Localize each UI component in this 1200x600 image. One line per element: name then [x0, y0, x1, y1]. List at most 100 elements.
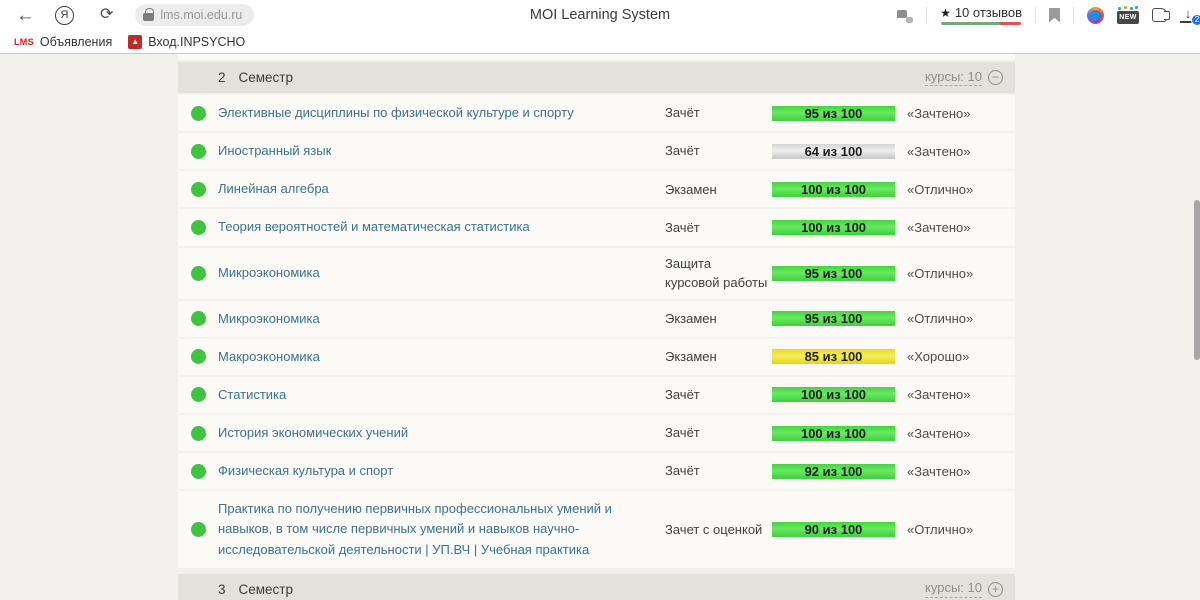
assessment-type: Зачёт — [665, 143, 700, 159]
score-badge: 85 из 100 — [772, 349, 895, 365]
bookmark-login-inpsycho[interactable]: ▲ Вход.INPSYCHO — [124, 34, 249, 49]
score-badge: 100 из 100 — [772, 219, 895, 235]
bookmark-announcements[interactable]: LMS Объявления — [10, 35, 116, 49]
yandex-browser-icon[interactable]: Я — [55, 5, 74, 25]
semester-label: Семестр — [238, 581, 294, 597]
feedback-bubbles-icon[interactable] — [897, 9, 914, 23]
course-link[interactable]: Физическая культура и спорт — [218, 461, 393, 481]
assessment-type: Зачёт — [665, 219, 700, 235]
lms-favicon: LMS — [14, 36, 34, 47]
grade-text: «Отлично» — [907, 265, 974, 281]
scrolled-row-remnant — [178, 54, 1015, 60]
downloads-button[interactable]: ↓ 2 — [1180, 6, 1200, 26]
divider — [1073, 7, 1074, 23]
course-link[interactable]: Микроэкономика — [218, 309, 320, 329]
divider — [1035, 7, 1036, 23]
score-badge: 92 из 100 — [772, 463, 895, 479]
status-dot-icon — [190, 311, 206, 327]
grade-text: «Отлично» — [907, 521, 974, 537]
reviews-count-label: 10 отзывов — [954, 5, 1022, 20]
courses-count-link[interactable]: курсы: 10 — [925, 69, 982, 87]
score-badge: 64 из 100 — [772, 143, 895, 159]
status-dot-icon — [190, 463, 206, 479]
bookmark-icon[interactable] — [1049, 7, 1060, 23]
course-link[interactable]: Микроэкономика — [218, 263, 320, 283]
bookmarks-bar: LMS Объявления ▲ Вход.INPSYCHO — [0, 30, 1200, 54]
score-badge: 95 из 100 — [772, 105, 895, 121]
star-icon: ★ — [940, 5, 951, 20]
grade-text: «Зачтено» — [907, 425, 971, 441]
new-extension-icon[interactable]: NEW — [1117, 6, 1139, 24]
status-dot-icon — [190, 387, 206, 403]
semester-label: Семестр — [238, 70, 294, 85]
course-row: Иностранный язык Зачёт 64 из 100 «Зачтен… — [178, 131, 1015, 170]
course-link[interactable]: Практика по получению первичных професси… — [218, 499, 647, 559]
toolbar-right-cluster: ★ 10 отзывов NEW ↓ 2 — [897, 0, 1200, 30]
status-dot-icon — [190, 265, 206, 281]
course-row: Линейная алгебра Экзамен 100 из 100 «Отл… — [178, 169, 1015, 208]
inpsycho-favicon: ▲ — [128, 34, 143, 49]
expand-semester-icon[interactable]: + — [988, 581, 1003, 597]
course-row: История экономических учений Зачёт 100 и… — [178, 412, 1015, 452]
url-text: lms.moi.edu.ru — [160, 8, 243, 22]
bookmark-label: Объявления — [39, 34, 113, 49]
status-dot-icon — [190, 349, 206, 365]
status-dot-icon — [190, 105, 206, 121]
refresh-button[interactable]: ⟳ — [94, 7, 119, 23]
semester-number: 2 — [218, 70, 226, 85]
score-badge: 100 из 100 — [772, 387, 895, 403]
active-tab-title[interactable]: MOI Learning System — [530, 7, 670, 23]
browser-toolbar: ← Я ⟳ lms.moi.edu.ru MOI Learning System… — [0, 0, 1200, 30]
address-bar[interactable]: lms.moi.edu.ru — [135, 4, 255, 26]
course-row: Микроэкономика Экзамен 95 из 100 «Отличн… — [178, 298, 1015, 337]
score-badge: 95 из 100 — [772, 311, 895, 327]
collections-tag-icon[interactable] — [1152, 8, 1170, 22]
semester-3-header: 3 Семестр курсы: 10 + — [178, 573, 1015, 600]
assessment-type: Зачёт — [665, 425, 700, 441]
extension-ring-icon[interactable] — [1087, 6, 1104, 24]
course-row: Статистика Зачёт 100 из 100 «Зачтено» — [178, 374, 1015, 413]
courses-count-link[interactable]: курсы: 10 — [925, 580, 982, 599]
course-row: Элективные дисциплины по физической куль… — [178, 93, 1015, 132]
page-content: 2 Семестр курсы: 10 − Элективные дисципл… — [0, 54, 1200, 600]
grade-text: «Хорошо» — [907, 349, 970, 365]
site-reviews-button[interactable]: ★ 10 отзывов — [940, 5, 1022, 25]
assessment-type: Зачёт — [665, 463, 700, 479]
assessment-type: Зачёт — [665, 387, 700, 403]
course-row: Макроэкономика Экзамен 85 из 100 «Хорошо… — [178, 336, 1015, 375]
grade-text: «Зачтено» — [907, 387, 971, 403]
collapse-semester-icon[interactable]: − — [988, 69, 1003, 85]
course-row: Практика по получению первичных професси… — [178, 489, 1015, 568]
grade-text: «Зачтено» — [907, 463, 971, 479]
assessment-type: Экзамен — [665, 310, 717, 326]
status-dot-icon — [190, 425, 206, 441]
bookmark-label: Вход.INPSYCHO — [148, 34, 246, 49]
status-dot-icon — [190, 181, 206, 197]
grade-text: «Зачтено» — [907, 105, 971, 121]
course-link[interactable]: Статистика — [218, 385, 286, 405]
course-row: Физическая культура и спорт Зачёт 92 из … — [178, 451, 1015, 490]
course-rows: Элективные дисциплины по физической куль… — [178, 93, 1015, 568]
course-row: Теория вероятностей и математическая ста… — [178, 207, 1015, 246]
assessment-type: Защита курсовой работы — [665, 255, 768, 291]
back-button[interactable]: ← — [10, 6, 41, 25]
grade-text: «Зачтено» — [907, 143, 971, 159]
semester-2-header: 2 Семестр курсы: 10 − — [178, 62, 1015, 93]
assessment-type: Зачет с оценкой — [665, 521, 763, 537]
course-link[interactable]: История экономических учений — [218, 423, 408, 443]
grade-text: «Отлично» — [907, 181, 974, 197]
course-link[interactable]: Иностранный язык — [218, 141, 331, 161]
course-link[interactable]: Элективные дисциплины по физической куль… — [218, 103, 574, 123]
course-link[interactable]: Теория вероятностей и математическая ста… — [218, 217, 530, 237]
vertical-scrollbar-thumb[interactable] — [1194, 200, 1200, 360]
divider — [926, 7, 928, 23]
rating-bar — [941, 22, 1022, 25]
score-badge: 100 из 100 — [772, 425, 895, 441]
status-dot-icon — [190, 521, 206, 537]
grade-text: «Зачтено» — [907, 219, 971, 235]
course-link[interactable]: Макроэкономика — [218, 347, 320, 367]
assessment-type: Экзамен — [665, 349, 717, 365]
score-badge: 100 из 100 — [772, 181, 895, 197]
course-link[interactable]: Линейная алгебра — [218, 179, 329, 199]
assessment-type: Экзамен — [665, 181, 717, 197]
